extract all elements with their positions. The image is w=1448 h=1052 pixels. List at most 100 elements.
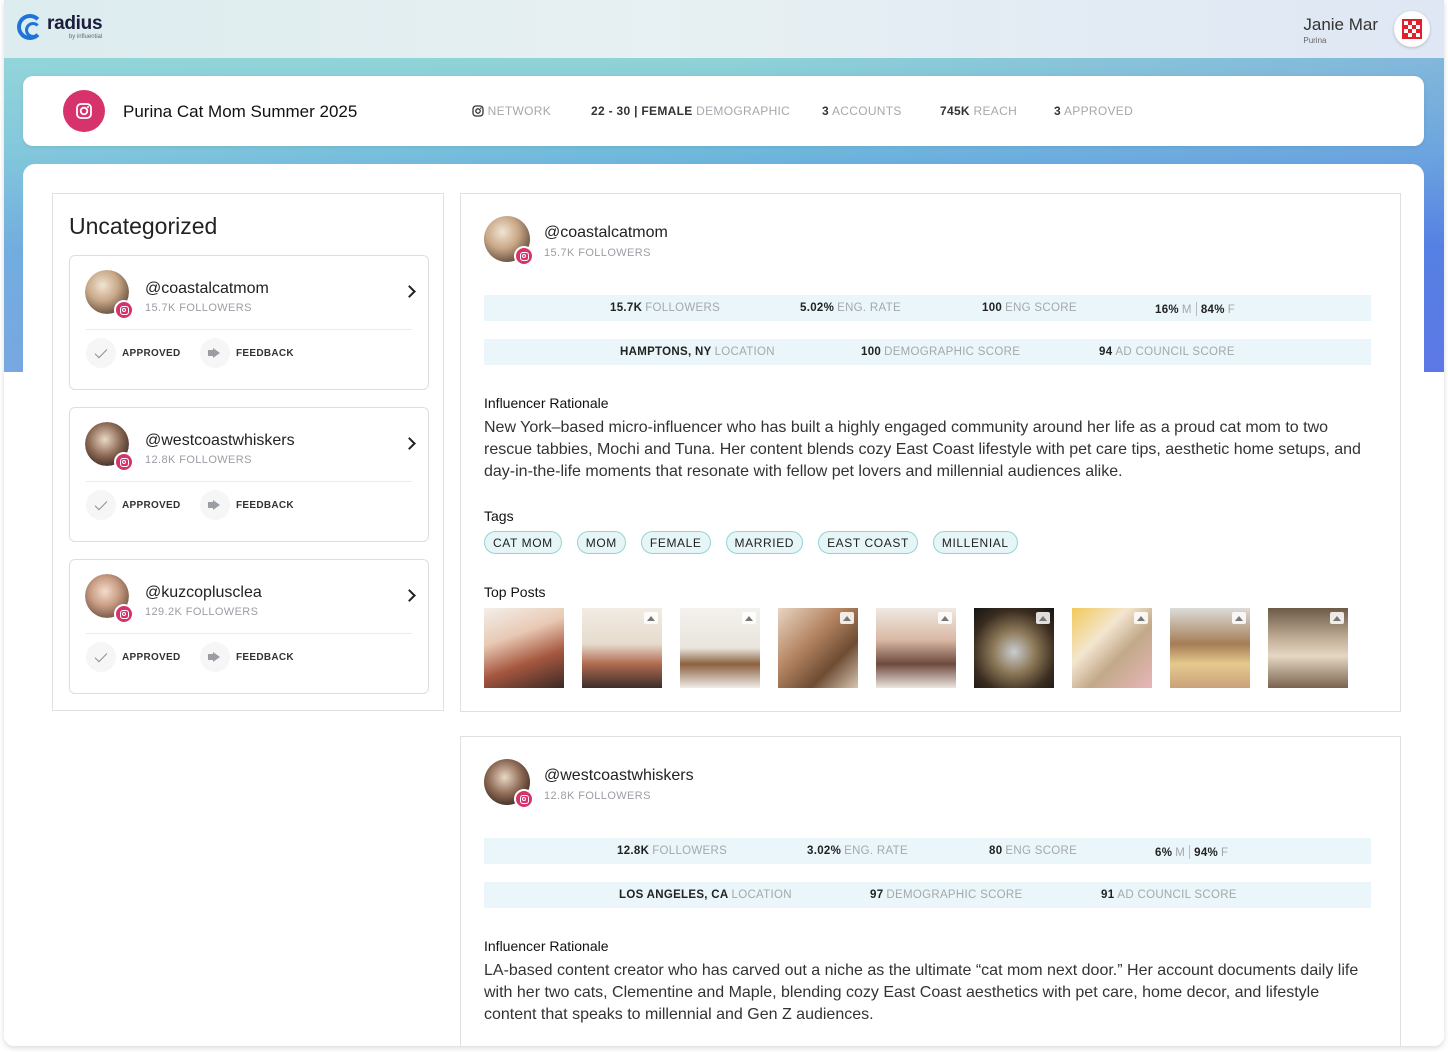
approved-button[interactable]: APPROVED: [86, 490, 181, 520]
instagram-badge-icon: [514, 246, 534, 266]
network-instagram-icon: [472, 105, 484, 117]
tag-chip[interactable]: FEMALE: [640, 531, 711, 554]
account-card[interactable]: @kuzcoplusclea 129.2K FOLLOWERS APPROVED…: [69, 559, 429, 694]
feedback-button[interactable]: FEEDBACK: [200, 490, 294, 520]
accounts-value: 3: [822, 104, 829, 118]
approved-label: APPROVED: [122, 347, 181, 359]
user-name: Janie Mar: [1303, 15, 1378, 34]
top-posts: [484, 608, 1348, 688]
main-panel: Uncategorized @coastalcatmom 15.7K FOLLO…: [23, 164, 1424, 1046]
image-icon: [1330, 612, 1344, 624]
post-thumbnail[interactable]: [974, 608, 1054, 688]
reach-label: REACH: [973, 104, 1018, 118]
user-avatar[interactable]: [1394, 11, 1430, 47]
stats-bar: 15.7K FOLLOWERS 5.02% ENG. RATE 100 ENG SCO…: [484, 295, 1371, 321]
video-icon: [644, 612, 658, 624]
brand-name: radius: [47, 13, 103, 34]
user-menu[interactable]: Janie Mar Purina: [1303, 15, 1378, 45]
feedback-label: FEEDBACK: [236, 347, 294, 359]
radius-logo-icon: [17, 14, 43, 40]
post-thumbnail[interactable]: [582, 608, 662, 688]
profile-followers: 15.7K FOLLOWERS: [544, 247, 651, 259]
profile-card: @westcoastwhiskers 12.8K FOLLOWERS 12.8K…: [460, 736, 1401, 1046]
tag-chip[interactable]: MILLENIAL: [932, 531, 1018, 554]
feedback-button[interactable]: FEEDBACK: [200, 642, 294, 672]
stat-eng-rate: 3.02% ENG. RATE: [807, 845, 908, 857]
profile-handle[interactable]: @coastalcatmom: [544, 224, 668, 242]
campaign-title: Purina Cat Mom Summer 2025: [123, 102, 358, 121]
stat-location: LOS ANGELES, CA LOCATION: [619, 889, 792, 901]
image-icon: [938, 612, 952, 624]
meta-bar: HAMPTONS, NY LOCATION 100 DEMOGRAPHIC SCOR…: [484, 339, 1371, 365]
tag-chip[interactable]: MOM: [576, 531, 626, 554]
reach-value: 745K: [940, 104, 970, 118]
stat-eng-score: 100 ENG SCORE: [982, 302, 1077, 314]
stat-followers: 15.7K FOLLOWERS: [610, 302, 721, 314]
approved-label: APPROVED: [122, 499, 181, 511]
meta-bar: LOS ANGELES, CA LOCATION 97 DEMOGRAPHIC SC…: [484, 882, 1371, 908]
megaphone-icon: [208, 500, 222, 510]
chevron-right-icon[interactable]: [403, 285, 416, 298]
profile-handle[interactable]: @westcoastwhiskers: [544, 767, 694, 785]
account-followers: 15.7K FOLLOWERS: [145, 302, 252, 314]
top-posts-heading: Top Posts: [484, 584, 546, 600]
account-handle: @westcoastwhiskers: [145, 432, 295, 449]
divider: [86, 633, 412, 634]
tag-chip[interactable]: MARRIED: [725, 531, 804, 554]
profile-card: @coastalcatmom 15.7K FOLLOWERS 15.7K FOLL…: [460, 193, 1401, 712]
post-thumbnail[interactable]: [876, 608, 956, 688]
stat-eng-score: 80 ENG SCORE: [989, 845, 1078, 857]
instagram-badge-icon: [114, 452, 134, 472]
post-thumbnail[interactable]: [484, 608, 564, 688]
sidebar-title: Uncategorized: [69, 213, 218, 239]
campaign-header: Purina Cat Mom Summer 2025 NETWORK 22 - …: [23, 76, 1424, 146]
approved-value: 3: [1054, 104, 1061, 118]
tag-chip[interactable]: EAST COAST: [818, 531, 918, 554]
stat-gender: 6% M 94% F: [1155, 845, 1229, 859]
check-icon: [94, 497, 108, 510]
image-icon: [1036, 612, 1050, 624]
account-card[interactable]: @westcoastwhiskers 12.8K FOLLOWERS APPRO…: [69, 407, 429, 542]
post-thumbnail[interactable]: [1170, 608, 1250, 688]
post-thumbnail[interactable]: [680, 608, 760, 688]
demographic-value: 22 - 30 | FEMALE: [591, 104, 693, 118]
tag-chip[interactable]: CAT MOM: [484, 531, 562, 554]
image-icon: [1134, 612, 1148, 624]
instagram-badge-icon: [114, 604, 134, 624]
account-followers: 129.2K FOLLOWERS: [145, 606, 259, 618]
approved-button[interactable]: APPROVED: [86, 338, 181, 368]
post-thumbnail[interactable]: [1268, 608, 1348, 688]
image-icon: [1232, 612, 1246, 624]
profile-followers: 12.8K FOLLOWERS: [544, 790, 651, 802]
divider: [86, 329, 412, 330]
app-window: radius by influential Janie Mar Purina P…: [4, 0, 1444, 1046]
tags-heading: Tags: [484, 508, 514, 524]
divider: [86, 481, 412, 482]
campaign-network: NETWORK: [472, 104, 551, 118]
stat-followers: 12.8K FOLLOWERS: [617, 845, 728, 857]
stat-ad-council-score: 91 AD COUNCIL SCORE: [1101, 889, 1237, 901]
chevron-right-icon[interactable]: [403, 437, 416, 450]
chevron-right-icon[interactable]: [403, 589, 416, 602]
tag-list: CAT MOM MOM FEMALE MARRIED EAST COAST MI…: [484, 531, 1018, 554]
stat-eng-rate: 5.02% ENG. RATE: [800, 302, 901, 314]
account-handle: @coastalcatmom: [145, 280, 269, 297]
rationale-text: New York–based micro-influencer who has …: [484, 419, 1361, 480]
purina-checkerboard-icon: [1402, 19, 1422, 39]
megaphone-icon: [208, 348, 222, 358]
instagram-badge-icon: [114, 300, 134, 320]
feedback-label: FEEDBACK: [236, 651, 294, 663]
brand-sub: by influential: [68, 34, 103, 40]
radius-logo[interactable]: radius by influential: [17, 13, 103, 40]
check-icon: [94, 649, 108, 662]
stat-ad-council-score: 94 AD COUNCIL SCORE: [1099, 346, 1235, 358]
post-thumbnail[interactable]: [778, 608, 858, 688]
image-icon: [742, 612, 756, 624]
approved-label: APPROVED: [1063, 104, 1134, 118]
post-thumbnail[interactable]: [1072, 608, 1152, 688]
approved-button[interactable]: APPROVED: [86, 642, 181, 672]
account-card[interactable]: @coastalcatmom 15.7K FOLLOWERS APPROVED …: [69, 255, 429, 390]
image-icon: [840, 612, 854, 624]
feedback-button[interactable]: FEEDBACK: [200, 338, 294, 368]
instagram-badge-icon: [514, 789, 534, 809]
